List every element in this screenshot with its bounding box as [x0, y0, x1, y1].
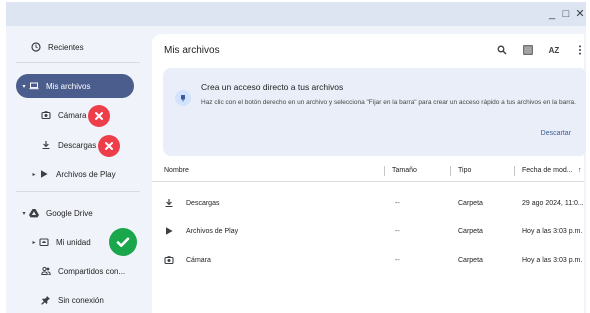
expand-arrow-icon[interactable]: ▾	[20, 83, 28, 90]
page-title: Mis archivos	[164, 45, 220, 56]
pin-icon	[40, 294, 52, 306]
grid-view-button[interactable]	[520, 42, 536, 58]
banner-title: Crea un acceso directo a tus archivos	[201, 82, 344, 92]
camera-icon	[40, 109, 52, 121]
sidebar-item-my-drive[interactable]: ▸ Mi unidad	[30, 236, 91, 248]
error-mark-icon	[88, 105, 110, 127]
sidebar-item-label: Mi unidad	[56, 237, 91, 247]
more-vert-icon	[579, 45, 581, 55]
table-row[interactable]: Cámara -- Carpeta Hoy a las 3:03 p.m.	[152, 247, 584, 275]
camera-icon	[164, 256, 174, 265]
search-button[interactable]	[494, 42, 510, 58]
play-icon	[38, 168, 50, 180]
sidebar-item-label: Recientes	[48, 42, 84, 52]
sort-button[interactable]: AZ	[546, 42, 562, 58]
grid-icon	[523, 45, 533, 55]
sidebar-item-label: Cámara	[58, 110, 87, 120]
file-date: 29 ago 2024, 11:0...	[522, 200, 584, 207]
expand-arrow-icon[interactable]: ▸	[30, 239, 38, 246]
sidebar-item-recents[interactable]: Recientes	[30, 41, 84, 53]
success-check-icon	[109, 228, 137, 256]
column-header-name[interactable]: Nombre	[164, 167, 189, 174]
people-icon	[40, 265, 52, 277]
expand-arrow-icon[interactable]: ▸	[30, 171, 38, 178]
files-app-window: _ □ ✕ Recientes ▾ Mis archivos Cámara De…	[6, 2, 586, 313]
sort-arrow-icon[interactable]: ↑	[578, 167, 582, 174]
dismiss-button[interactable]: Descartar	[541, 130, 571, 137]
sidebar-divider	[16, 191, 140, 192]
file-date: Hoy a las 3:03 p.m.	[522, 228, 583, 235]
sidebar-item-downloads[interactable]: Descargas	[40, 139, 96, 151]
sidebar-item-label: Archivos de Play	[56, 169, 116, 179]
file-type: Carpeta	[458, 228, 483, 235]
drive-icon	[28, 207, 40, 219]
column-divider[interactable]	[450, 166, 451, 176]
search-icon	[497, 45, 507, 55]
sidebar: Recientes ▾ Mis archivos Cámara Descarga…	[6, 26, 148, 313]
column-divider[interactable]	[384, 166, 385, 176]
table-row[interactable]: Descargas -- Carpeta 29 ago 2024, 11:0..…	[152, 190, 584, 218]
error-mark-icon	[98, 135, 120, 157]
clock-icon	[30, 41, 42, 53]
file-date: Hoy a las 3:03 p.m.	[522, 257, 583, 264]
sidebar-item-shared[interactable]: Compartidos con...	[40, 265, 125, 277]
sidebar-item-offline[interactable]: Sin conexión	[40, 294, 104, 306]
sidebar-item-label: Sin conexión	[58, 295, 104, 305]
sidebar-item-google-drive[interactable]: ▾ Google Drive	[20, 207, 93, 219]
column-divider[interactable]	[514, 166, 515, 176]
sidebar-item-label: Descargas	[58, 140, 97, 150]
table-row[interactable]: Archivos de Play -- Carpeta Hoy a las 3:…	[152, 218, 584, 246]
sidebar-item-camera[interactable]: Cámara	[40, 109, 86, 121]
file-name: Descargas	[186, 200, 220, 207]
sidebar-divider	[16, 62, 140, 63]
main-panel: Mis archivos AZ Crea un acceso directo a…	[152, 34, 586, 313]
sidebar-item-play-files[interactable]: ▸ Archivos de Play	[30, 168, 116, 180]
play-icon	[166, 227, 173, 235]
sidebar-item-label: Mis archivos	[46, 81, 91, 91]
file-name: Cámara	[186, 257, 211, 264]
download-icon	[165, 199, 173, 207]
shortcut-banner: Crea un acceso directo a tus archivos Ha…	[163, 68, 586, 156]
close-button[interactable]: ✕	[572, 6, 586, 22]
expand-arrow-icon[interactable]: ▾	[20, 210, 28, 217]
laptop-icon	[28, 80, 40, 92]
pin-icon	[175, 90, 191, 106]
column-header-date[interactable]: Fecha de mod...	[522, 167, 573, 174]
drive-folder-icon	[38, 236, 50, 248]
sidebar-item-label: Compartidos con...	[58, 266, 126, 276]
file-size: --	[395, 228, 400, 235]
download-icon	[40, 139, 52, 151]
file-size: --	[395, 257, 400, 264]
column-header-size[interactable]: Tamaño	[392, 167, 417, 174]
column-header-type[interactable]: Tipo	[458, 167, 471, 174]
table-header: Nombre Tamaño Tipo Fecha de mod... ↑	[152, 160, 584, 182]
sidebar-item-my-files[interactable]: ▾ Mis archivos	[20, 80, 90, 92]
file-type: Carpeta	[458, 200, 483, 207]
banner-description: Haz clic con el botón derecho en un arch…	[201, 99, 576, 106]
sidebar-item-label: Google Drive	[46, 208, 93, 218]
file-type: Carpeta	[458, 257, 483, 264]
file-size: --	[395, 200, 400, 207]
title-bar: _ □ ✕	[6, 2, 586, 26]
file-name: Archivos de Play	[186, 228, 239, 235]
more-options-button[interactable]	[572, 42, 586, 58]
